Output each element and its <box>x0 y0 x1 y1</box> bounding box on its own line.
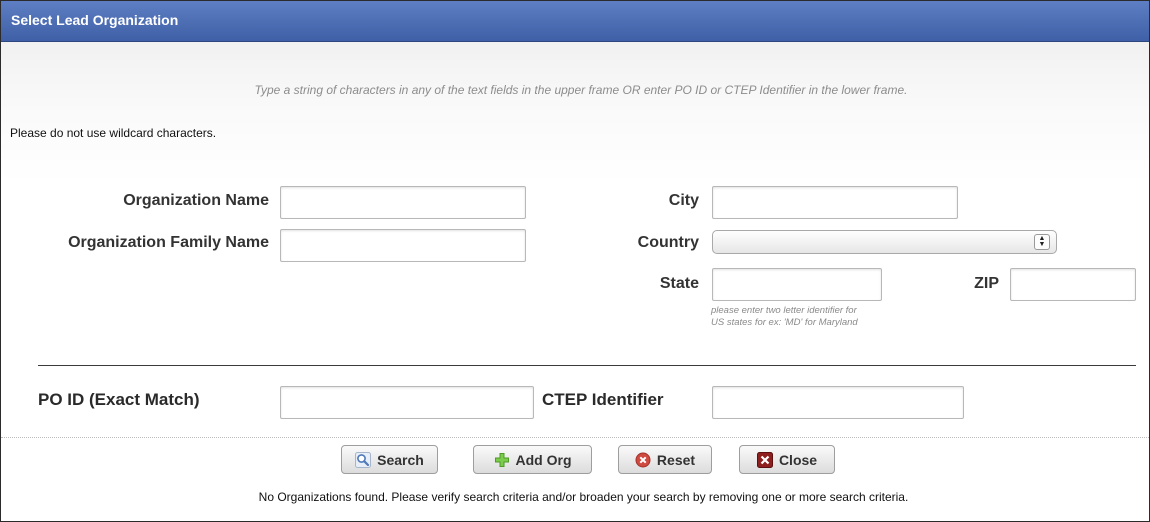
zip-label: ZIP <box>974 275 999 292</box>
zip-input[interactable] <box>1010 268 1136 301</box>
search-button-label: Search <box>377 451 424 468</box>
city-label: City <box>668 192 699 209</box>
add-org-button-label: Add Org <box>515 451 572 468</box>
dialog-title-bar: Select Lead Organization <box>1 1 1149 42</box>
magnifier-icon <box>355 451 372 468</box>
button-divider <box>1 437 1149 438</box>
country-select[interactable]: ▲ ▼ <box>712 230 1057 254</box>
po-id-input[interactable] <box>280 386 534 419</box>
ctep-input[interactable] <box>712 386 964 419</box>
org-family-label: Organization Family Name <box>68 234 269 251</box>
state-label: State <box>659 275 699 292</box>
org-family-input[interactable] <box>280 229 526 262</box>
city-input[interactable] <box>712 186 958 219</box>
no-results-message: No Organizations found. Please verify se… <box>258 490 909 504</box>
po-id-label: PO ID (Exact Match) <box>38 390 200 409</box>
close-button[interactable]: Close <box>739 445 835 474</box>
country-label: Country <box>637 234 699 251</box>
reset-icon <box>635 452 651 468</box>
search-button[interactable]: Search <box>341 445 438 474</box>
reset-button[interactable]: Reset <box>618 445 712 474</box>
select-arrows-icon: ▲ ▼ <box>1034 234 1050 250</box>
ctep-label: CTEP Identifier <box>542 390 664 409</box>
section-divider <box>38 365 1136 366</box>
dialog-window: Select Lead Organization Type a string o… <box>0 0 1150 522</box>
reset-button-label: Reset <box>656 451 696 468</box>
plus-icon <box>494 452 510 468</box>
state-hint: please enter two letter identifier for U… <box>711 305 858 328</box>
search-instructions: Type a string of characters in any of th… <box>254 83 908 97</box>
close-icon <box>756 451 773 468</box>
dialog-title: Select Lead Organization <box>11 12 179 28</box>
wildcard-note: Please do not use wildcard characters. <box>10 126 217 140</box>
org-name-label: Organization Name <box>123 192 269 209</box>
state-input[interactable] <box>712 268 882 301</box>
add-org-button[interactable]: Add Org <box>473 445 592 474</box>
close-button-label: Close <box>778 451 818 468</box>
org-name-input[interactable] <box>280 186 526 219</box>
